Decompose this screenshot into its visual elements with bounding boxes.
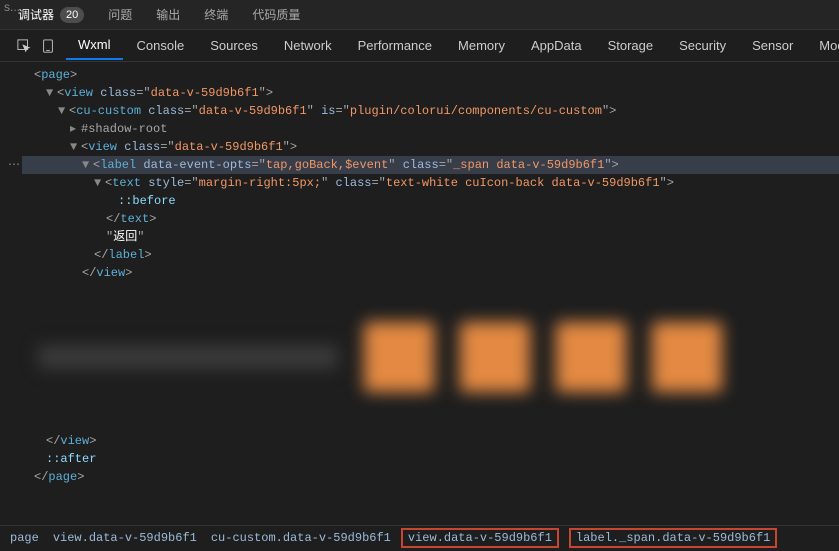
tab-debugger-label: 调试器 [18, 6, 54, 23]
tree-row: <page> [8, 66, 839, 84]
tree-row: ::after [8, 450, 839, 468]
tree-row: </page> [8, 468, 839, 486]
subtab-sources[interactable]: Sources [198, 32, 270, 59]
tab-terminal[interactable]: 终端 [192, 0, 240, 29]
tree-row: ▼<text style="margin-right:5px;" class="… [8, 174, 839, 192]
device-icon[interactable] [40, 38, 56, 54]
tree-row: "返回" [8, 228, 839, 246]
tree-row: ▼<cu-custom class="data-v-59d9b6f1" is="… [8, 102, 839, 120]
subtab-console[interactable]: Console [125, 32, 197, 59]
dom-tree[interactable]: <page> ▼<view class="data-v-59d9b6f1"> ▼… [0, 62, 839, 525]
badge-count: 20 [60, 7, 84, 23]
subtab-storage[interactable]: Storage [596, 32, 666, 59]
breadcrumb: page view.data-v-59d9b6f1 cu-custom.data… [0, 525, 839, 550]
tab-output[interactable]: 输出 [144, 0, 192, 29]
tree-row: </view> [8, 432, 839, 450]
tree-row: ::before [8, 192, 839, 210]
subtab-sensor[interactable]: Sensor [740, 32, 805, 59]
crumb-page[interactable]: page [10, 531, 39, 545]
tree-row: ▸#shadow-root [8, 120, 839, 138]
crumb-label[interactable]: label._span.data-v-59d9b6f1 [569, 528, 777, 548]
tree-row-selected: ⋯▼<label data-event-opts="tap,goBack,$ev… [8, 156, 839, 174]
tab-problems[interactable]: 问题 [96, 0, 144, 29]
tree-row: ▼<view class="data-v-59d9b6f1"> [8, 138, 839, 156]
crumb-view2[interactable]: view.data-v-59d9b6f1 [401, 528, 559, 548]
side-hint: s... [4, 0, 20, 14]
inspect-icon[interactable] [16, 38, 32, 54]
crumb-cucustom[interactable]: cu-custom.data-v-59d9b6f1 [211, 531, 391, 545]
tab-quality[interactable]: 代码质量 [240, 0, 312, 29]
tree-row: </label> [8, 246, 839, 264]
subtab-performance[interactable]: Performance [346, 32, 444, 59]
subtab-security[interactable]: Security [667, 32, 738, 59]
blur-region [8, 282, 839, 432]
sub-tabs: Wxml Console Sources Network Performance… [0, 30, 839, 62]
tree-row: ▼<view class="data-v-59d9b6f1"> [8, 84, 839, 102]
tree-row: </view> [8, 264, 839, 282]
top-tabs: s... 调试器 20 问题 输出 终端 代码质量 [0, 0, 839, 30]
subtab-mock[interactable]: Mock [807, 32, 839, 59]
subtab-memory[interactable]: Memory [446, 32, 517, 59]
subtab-appdata[interactable]: AppData [519, 32, 594, 59]
subtab-wxml[interactable]: Wxml [66, 31, 123, 60]
tree-row: </text> [8, 210, 839, 228]
subtab-network[interactable]: Network [272, 32, 344, 59]
crumb-view1[interactable]: view.data-v-59d9b6f1 [53, 531, 197, 545]
